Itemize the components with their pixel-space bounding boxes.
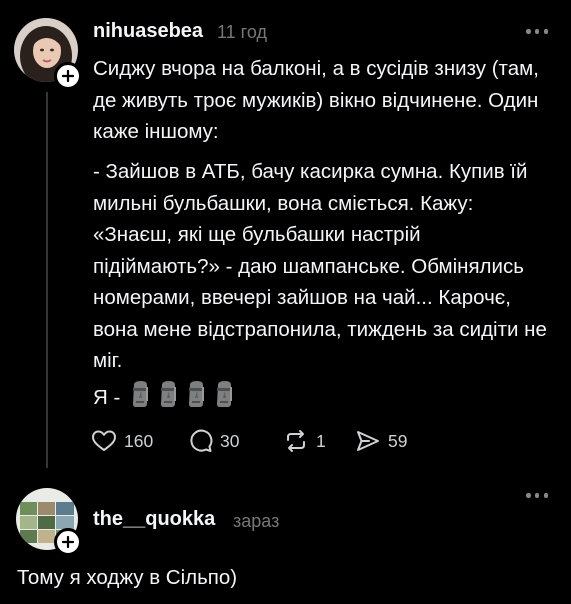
post-paragraph: - Зайшов в АТБ, бачу касирка сумна. Купи… [93,160,547,372]
reply-text: Тому я ходжу в Сільпо) [17,566,238,589]
post-timestamp: 11 год [217,22,267,42]
post-last-line: Я - [93,381,553,414]
plus-icon [62,536,74,548]
share-button[interactable]: 59 [355,428,407,454]
thread-connector-line [46,92,48,468]
post-username[interactable]: nihuasebea [93,20,203,43]
moai-emoji-icon [158,381,179,407]
follow-button[interactable] [54,528,82,556]
moai-emoji-icon [214,381,235,407]
repost-count: 1 [316,430,326,451]
like-count: 160 [124,430,154,451]
moai-emoji-icon [130,381,151,407]
comment-count: 30 [220,430,240,451]
like-button[interactable]: 160 [91,428,153,454]
comment-button[interactable]: 30 [187,428,239,454]
post-last-line-prefix: Я - [93,386,121,409]
follow-button[interactable] [54,62,82,90]
repost-icon [287,430,305,452]
post-paragraph: Сиджу вчора на балконі, а в сусідів зниз… [93,57,539,143]
send-icon [357,431,379,451]
plus-icon [62,70,74,82]
reply-username[interactable]: the__quokka [93,508,215,531]
comment-bubble-icon [190,429,213,452]
more-dots-icon[interactable] [526,29,548,35]
heart-icon [92,430,116,451]
thread-post: nihuasebea 11 год Сиджу вчора на балконі… [0,0,571,474]
share-count: 59 [388,430,408,451]
reply-timestamp: зараз [233,511,280,531]
more-dots-icon[interactable] [526,493,548,499]
repost-button[interactable]: 1 [283,428,326,454]
moai-emoji-icon [186,381,207,407]
